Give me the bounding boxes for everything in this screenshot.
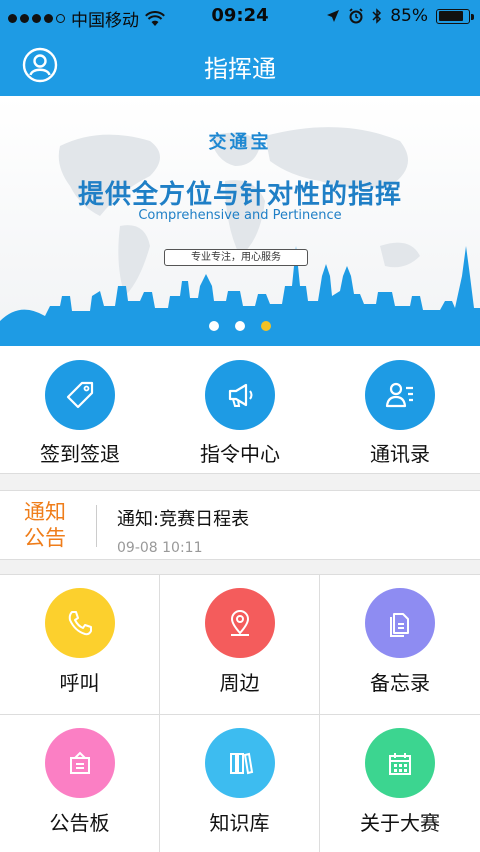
- banner-pager[interactable]: [0, 321, 480, 331]
- banner-subtitle: Comprehensive and Pertinence: [138, 208, 342, 223]
- contacts-button[interactable]: 通讯录: [320, 346, 480, 473]
- page-title: 指挥通: [204, 55, 276, 83]
- notice-title[interactable]: 通知:竞赛日程表: [117, 505, 249, 531]
- quick-action-label: 指令中心: [200, 442, 280, 466]
- tag-icon: [45, 360, 115, 430]
- banner-brand: 交通宝: [208, 132, 272, 153]
- grid-item-label: 关于大赛: [360, 811, 440, 835]
- quick-action-label: 通讯录: [370, 442, 430, 466]
- location-pin-icon: [204, 588, 275, 658]
- grid-item-label: 公告板: [49, 811, 110, 835]
- megaphone-icon: [205, 360, 275, 430]
- pager-dot[interactable]: [261, 321, 271, 331]
- command-center-button[interactable]: 指令中心: [160, 346, 320, 473]
- alarm-icon: [349, 8, 363, 24]
- phone-icon: [44, 588, 115, 658]
- books-icon: [204, 728, 275, 798]
- grid-item-label: 知识库: [209, 811, 270, 835]
- location-arrow-icon: [327, 10, 340, 22]
- feature-grid: 呼叫 周边 备忘录 公告板 知识库 关于大赛: [0, 574, 480, 852]
- memo-button[interactable]: 备忘录: [320, 575, 480, 715]
- about-contest-button[interactable]: 关于大赛: [320, 715, 480, 852]
- status-bar: 中国移动 09:24 85%: [0, 0, 480, 34]
- notice-bar[interactable]: 通知公告 通知:竞赛日程表 09-08 10:11: [0, 490, 480, 560]
- battery-percentage: 85%: [390, 6, 428, 26]
- contacts-icon: [365, 360, 435, 430]
- banner-slogan: 专业专注，用心服务: [164, 249, 308, 266]
- nav-bar: 指挥通: [0, 34, 480, 96]
- nearby-button[interactable]: 周边: [160, 575, 320, 715]
- bulletin-board-button[interactable]: 公告板: [0, 715, 160, 852]
- call-button[interactable]: 呼叫: [0, 575, 160, 715]
- board-icon: [44, 728, 115, 798]
- notice-divider: [96, 505, 97, 547]
- grid-item-label: 呼叫: [59, 671, 100, 695]
- knowledge-base-button[interactable]: 知识库: [160, 715, 320, 852]
- banner-headline: 提供全方位与针对性的指挥: [77, 180, 402, 210]
- notice-tag: 通知公告: [24, 500, 66, 550]
- documents-icon: [365, 588, 435, 658]
- promo-banner[interactable]: 交通宝 提供全方位与针对性的指挥 Comprehensive and Perti…: [0, 96, 480, 346]
- quick-action-label: 签到签退: [40, 442, 120, 466]
- sign-in-out-button[interactable]: 签到签退: [0, 346, 160, 473]
- notice-timestamp: 09-08 10:11: [117, 540, 203, 556]
- grid-item-label: 备忘录: [370, 671, 430, 695]
- pager-dot[interactable]: [235, 321, 245, 331]
- battery-icon: [436, 8, 474, 24]
- quick-actions: 签到签退 指令中心 通讯录: [0, 346, 480, 474]
- pager-dot[interactable]: [209, 321, 219, 331]
- bluetooth-icon: [372, 8, 382, 24]
- calendar-icon: [365, 728, 435, 798]
- grid-item-label: 周边: [219, 671, 260, 695]
